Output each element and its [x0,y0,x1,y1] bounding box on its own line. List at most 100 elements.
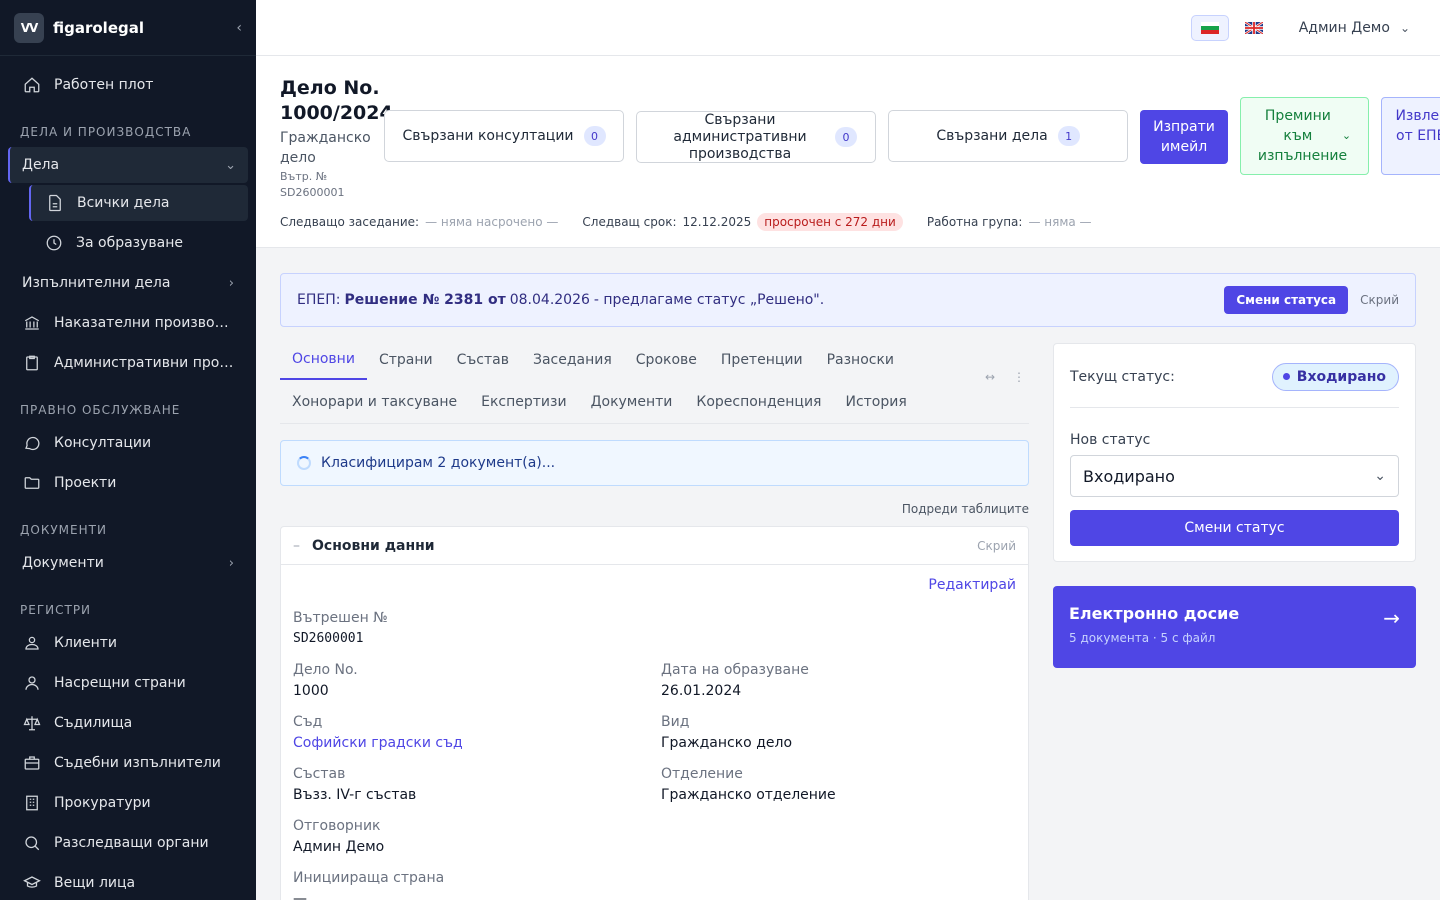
field-label: Вътрешен № [293,610,388,626]
sidebar-item-label: Работен плот [54,77,154,93]
change-status-button[interactable]: Смени статус [1070,510,1399,546]
sidebar-item-documents[interactable]: Документи › [0,543,256,583]
users-icon [22,633,42,653]
sidebar-item-label: Всички дела [77,195,170,211]
sidebar-item-clients[interactable]: Клиенти [0,623,256,663]
related-admin-button[interactable]: Свързани административни производства 0 [636,111,876,163]
field-division: Отделение Гражданско отделение [661,765,836,805]
tab-row1-3[interactable]: Заседания [521,340,624,380]
sidebar-item-experts[interactable]: Вещи лица [0,863,256,900]
user-menu[interactable]: Админ Демо ⌄ [1299,20,1410,36]
related-cases-button[interactable]: Свързани дела 1 [888,110,1128,162]
sidebar-item-label: Документи [22,555,104,571]
brand: VV figarolegal ‹ [0,0,256,56]
sidebar-item-enforcement[interactable]: Изпълнителни дела › [0,263,256,303]
field-internal-no: Вътрешен № SD2600001 [293,609,388,649]
tab-row2-2[interactable]: Документи [579,382,685,422]
search-icon [22,833,42,853]
case-title: Дело No. 1000/2024 [280,77,393,124]
sidebar-item-prosecutors[interactable]: Прокуратури [0,783,256,823]
flag-uk-icon[interactable] [1235,15,1273,41]
field-value: 1000 [293,683,329,699]
next-deadline-label: Следващ срок: [582,215,677,229]
sidebar: VV figarolegal ‹ Работен плот ДЕЛА И ПРО… [0,0,256,900]
tab-row1-2[interactable]: Състав [445,340,521,380]
tab-row2-0[interactable]: Хонорари и таксуване [280,382,469,422]
banner-decision: Решение № 2381 от [344,292,506,308]
collapse-sidebar-icon[interactable]: ‹ [236,20,242,36]
field-value: Админ Демо [293,839,385,855]
court-link[interactable]: Софийски градски съд [293,733,463,753]
field-value: — [293,891,307,900]
chevron-down-icon: ⌄ [225,157,236,173]
logo: VV [14,12,44,43]
sidebar-item-all-cases[interactable]: Всички дела [29,185,248,221]
sidebar-item-label: Съдилища [54,715,133,731]
sidebar-item-label: Клиенти [54,635,118,651]
sidebar-item-criminal[interactable]: Наказателни производства [0,303,256,343]
sidebar-item-courts[interactable]: Съдилища [0,703,256,743]
e-dossier-card[interactable]: Електронно досие 5 документа · 5 с файл … [1053,586,1416,668]
sidebar-item-label: Вещи лица [54,875,136,891]
extract-epep-button[interactable]: Извлечи от ЕПЕП [1381,97,1440,175]
internal-no-label: Вътр. № [280,170,328,183]
sidebar-item-label: Разследващи органи [54,835,209,851]
sidebar-item-bailiffs[interactable]: Съдебни изпълнители [0,743,256,783]
sidebar-item-administrative[interactable]: Административни производства [0,343,256,383]
tab-row1-0[interactable]: Основни [280,340,367,380]
field-value: 26.01.2024 [661,683,742,699]
tab-row1-5[interactable]: Претенции [709,340,815,380]
sidebar-item-projects[interactable]: Проекти [0,463,256,503]
button-label: Свързани дела [936,128,1048,144]
field-value: Възз. IV-г състав [293,787,417,803]
tab-row2-3[interactable]: Кореспонденция [684,382,833,422]
field-label: Отговорник [293,818,381,834]
field-value: Гражданско отделение [661,787,836,803]
banner-date: 08.04.2026 [509,292,590,308]
sidebar-item-cases[interactable]: Дела ⌄ [8,147,248,183]
sidebar-item-label: Административни производства [54,355,234,371]
card-title: Основни данни [312,537,435,554]
flag-bulgaria-icon[interactable] [1190,14,1229,41]
arrange-tables-link[interactable]: Подреди таблиците [280,502,1029,516]
new-status-select[interactable]: Входирано ⌄ [1070,455,1399,497]
tab-row1-6[interactable]: Разноски [815,340,906,380]
sidebar-item-consultations[interactable]: Консултации [0,423,256,463]
field-label: Инициираща страна [293,870,445,886]
building-icon [22,793,42,813]
tab-row2-1[interactable]: Експертизи [469,382,578,422]
sidebar-item-counterparties[interactable]: Насрещни страни [0,663,256,703]
count-badge: 0 [583,126,606,146]
collapse-icon[interactable]: – [293,538,300,554]
tab-row1-4[interactable]: Срокове [624,340,709,380]
count-badge: 1 [1057,126,1080,146]
to-enforcement-button[interactable]: Премини към изпълнение ⌄ [1240,97,1369,175]
tab-row1-1[interactable]: Страни [367,340,445,380]
hide-card-link[interactable]: Скрий [977,539,1016,553]
sidebar-item-investigators[interactable]: Разследващи органи [0,823,256,863]
user-icon [22,673,42,693]
field-responsible: Отговорник Админ Демо [293,817,384,857]
sidebar-item-to-institute[interactable]: За образуване [0,223,256,263]
send-email-button[interactable]: Изпрати имейл [1140,110,1228,164]
field-initiator: Инициираща страна — [293,869,444,900]
sidebar-section: ДОКУМЕНТИ [20,523,107,537]
field-label: Дело No. [293,662,358,678]
more-vertical-icon[interactable]: ⋮ [1013,370,1025,384]
arrow-right-icon: → [1383,606,1400,630]
expand-icon[interactable]: ↔ [985,370,995,384]
field-value: Гражданско дело [661,735,793,751]
sidebar-nav: Работен плот ДЕЛА И ПРОИЗВОДСТВА Дела ⌄ … [0,56,256,900]
related-consultations-button[interactable]: Свързани консултации 0 [384,110,624,162]
change-status-banner-button[interactable]: Смени статуса [1224,286,1349,314]
edit-link[interactable]: Редактирай [928,577,1016,593]
internal-no-value: SD2600001 [280,186,345,199]
hide-banner-link[interactable]: Скрий [1360,293,1399,307]
field-court: Съд Софийски градски съд [293,713,463,753]
field-panel: Състав Възз. IV-г състав [293,765,416,805]
tab-row2-4[interactable]: История [833,382,918,422]
topbar: Админ Демо ⌄ [256,0,1440,56]
sidebar-item-dashboard[interactable]: Работен плот [0,65,256,105]
card-header[interactable]: – Основни данни Скрий [281,527,1028,565]
brand-name: figarolegal [53,18,144,37]
